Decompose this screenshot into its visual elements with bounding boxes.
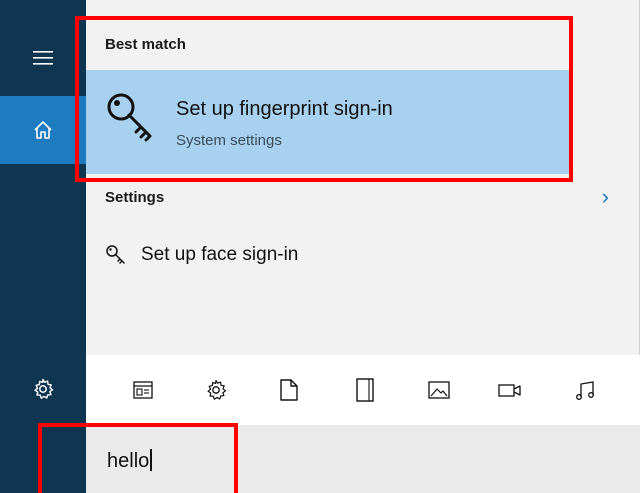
settings-icon xyxy=(207,379,227,400)
left-rail xyxy=(0,0,86,493)
settings-result-item[interactable]: Set up face sign-in xyxy=(105,240,298,270)
filter-settings-button[interactable] xyxy=(203,377,229,403)
photos-icon xyxy=(428,381,450,399)
settings-chevron-icon[interactable]: › xyxy=(602,186,609,208)
settings-gear-icon xyxy=(34,378,54,399)
annotation-highlight-best-match xyxy=(75,16,573,182)
videos-icon xyxy=(498,384,521,397)
folders-icon xyxy=(356,378,374,402)
search-filter-bar xyxy=(86,355,640,425)
apps-icon xyxy=(133,381,153,399)
settings-result-label: Set up face sign-in xyxy=(141,244,299,265)
filter-folders-button[interactable] xyxy=(352,377,378,403)
filter-music-button[interactable] xyxy=(573,377,599,403)
documents-icon xyxy=(280,379,298,401)
filter-videos-button[interactable] xyxy=(497,377,523,403)
music-icon xyxy=(576,381,594,400)
settings-button[interactable] xyxy=(0,355,86,423)
filter-documents-button[interactable] xyxy=(276,377,302,403)
home-icon xyxy=(34,121,52,139)
home-button[interactable] xyxy=(0,96,86,164)
hamburger-menu-button[interactable] xyxy=(0,24,86,92)
annotation-highlight-search-box xyxy=(38,423,238,493)
settings-heading: Settings xyxy=(105,189,165,206)
filter-photos-button[interactable] xyxy=(426,377,452,403)
filter-apps-button[interactable] xyxy=(130,377,156,403)
hamburger-menu-icon xyxy=(33,51,53,65)
key-icon xyxy=(106,245,125,264)
